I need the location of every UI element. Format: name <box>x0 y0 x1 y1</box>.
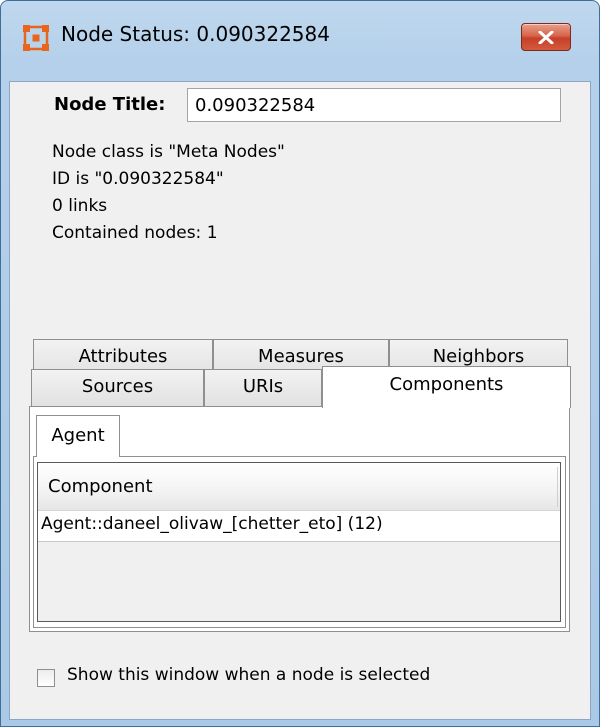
agent-subpanel: Component Agent::daneel_olivaw_[chetter_… <box>33 456 566 628</box>
tab-sources[interactable]: Sources <box>31 369 204 407</box>
column-header-component: Component <box>48 476 153 497</box>
table-row[interactable]: Agent::daneel_olivaw_[chetter_eto] (12) <box>38 511 560 542</box>
close-icon <box>538 31 554 44</box>
subtab-agent[interactable]: Agent <box>36 415 120 457</box>
column-divider <box>557 467 558 507</box>
table-header[interactable]: Component <box>38 463 560 511</box>
node-title-input[interactable] <box>187 88 561 122</box>
window-title: Node Status: 0.090322584 <box>61 22 330 46</box>
show-window-label[interactable]: Show this window when a node is selected <box>67 665 430 685</box>
node-class-text: Node class is "Meta Nodes" <box>52 142 285 162</box>
node-status-window: Node Status: 0.090322584 Node Title: Nod… <box>0 0 600 727</box>
components-tab-panel: Agent Component Agent::daneel_olivaw_[ch… <box>29 406 570 632</box>
node-id-text: ID is "0.090322584" <box>52 169 224 189</box>
table-cell: Agent::daneel_olivaw_[chetter_eto] (12) <box>41 514 383 534</box>
network-nodes-icon <box>23 25 49 51</box>
window-client-area: Node Title: Node class is "Meta Nodes" I… <box>9 81 591 720</box>
components-table: Component Agent::daneel_olivaw_[chetter_… <box>37 462 561 622</box>
links-count-text: 0 links <box>52 196 108 216</box>
node-title-label: Node Title: <box>54 94 166 115</box>
tab-uris[interactable]: URIs <box>204 369 322 407</box>
show-window-checkbox[interactable] <box>37 669 55 687</box>
contained-nodes-text: Contained nodes: 1 <box>52 223 218 243</box>
title-bar[interactable]: Node Status: 0.090322584 <box>1 1 599 81</box>
close-button[interactable] <box>521 23 571 51</box>
tab-components[interactable]: Components <box>322 366 571 408</box>
